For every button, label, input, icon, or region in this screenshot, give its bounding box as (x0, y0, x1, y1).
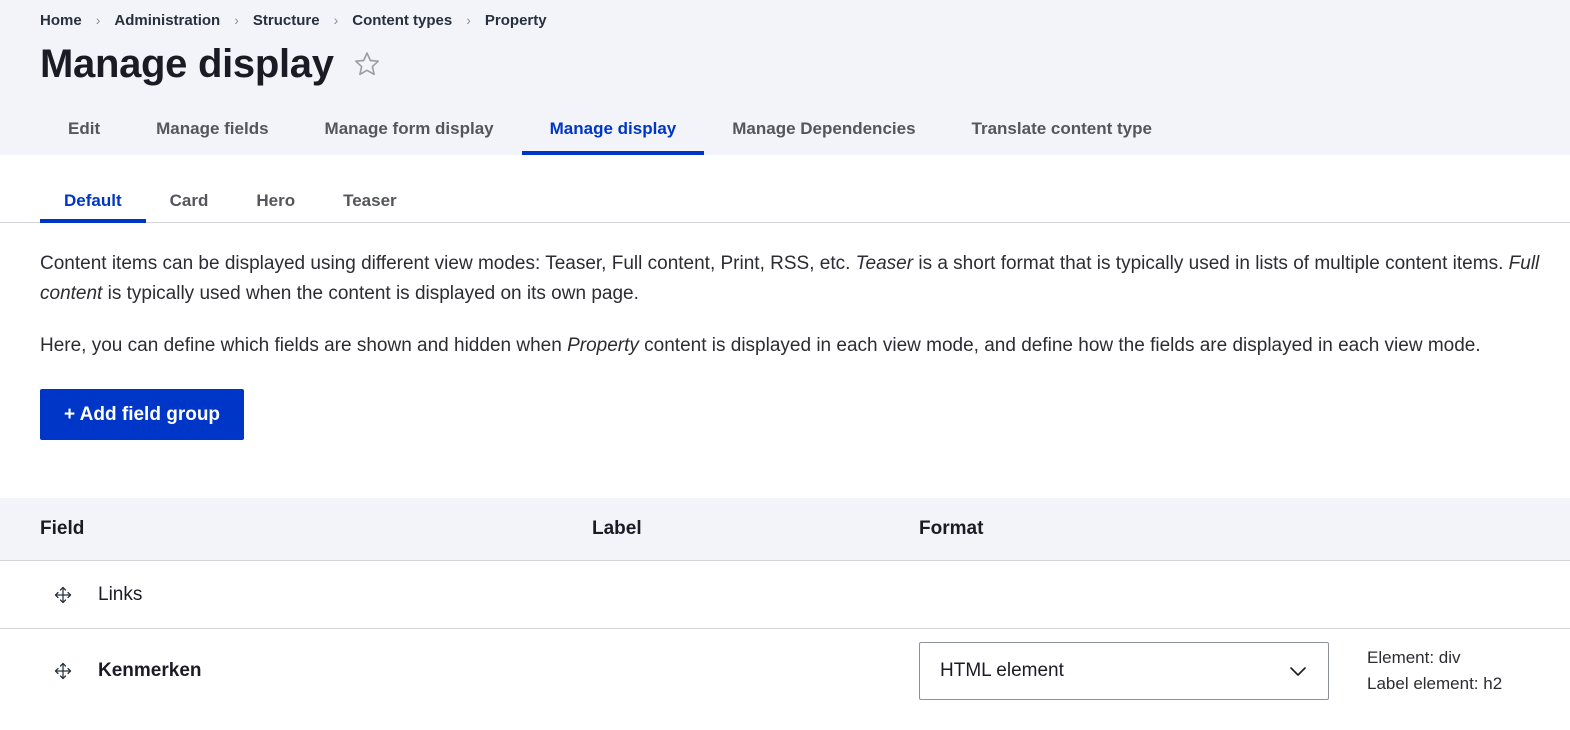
field-display-table-wrapper: Field Label Format Links Kenmerken HTML … (0, 498, 1570, 713)
view-mode-tab-default[interactable]: Default (40, 192, 146, 223)
row-field-cell: Links (0, 560, 592, 629)
breadcrumb-item-content-types[interactable]: Content types (352, 12, 452, 29)
row-summary-cell: Element: div Label element: h2 (1349, 628, 1570, 713)
view-mode-tab-hero[interactable]: Hero (232, 192, 319, 222)
view-modes-description: Content items can be displayed using dif… (40, 249, 1570, 309)
field-group-label: Kenmerken (98, 660, 202, 682)
row-format-cell: HTML element (919, 628, 1349, 713)
breadcrumb-separator-icon: › (234, 12, 239, 28)
description-emphasis-property: Property (567, 335, 639, 356)
column-header-format: Format (919, 498, 1349, 561)
page-title: Manage display (40, 42, 334, 86)
format-summary: Element: div Label element: h2 (1349, 645, 1570, 697)
description-text-5: content is displayed in each view mode, … (638, 335, 1481, 356)
format-select-value: HTML element (940, 659, 1064, 681)
row-label-cell (592, 560, 919, 629)
format-select[interactable]: HTML element (919, 641, 1329, 700)
add-field-group-button[interactable]: + Add field group (40, 389, 245, 440)
breadcrumb-separator-icon: › (95, 12, 101, 28)
view-mode-tab-teaser[interactable]: Teaser (319, 192, 421, 222)
drag-move-icon[interactable] (50, 658, 76, 684)
breadcrumb-item-property[interactable]: Property (485, 12, 547, 29)
breadcrumb-separator-icon: › (333, 12, 339, 28)
breadcrumb: Home › Administration › Structure › Cont… (0, 0, 1570, 32)
column-header-label: Label (592, 498, 919, 561)
row-field-cell: Kenmerken (0, 628, 592, 713)
table-header-row: Field Label Format (0, 498, 1570, 561)
description-text-4: Here, you can define which fields are sh… (40, 335, 568, 356)
table-head: Field Label Format (0, 498, 1570, 561)
row-label-cell (592, 628, 919, 713)
tab-edit[interactable]: Edit (40, 120, 128, 155)
field-label: Links (98, 584, 143, 605)
tab-manage-form-display[interactable]: Manage form display (297, 120, 522, 155)
summary-line-label-element: Label element: h2 (1367, 673, 1503, 693)
table-row: Links (0, 560, 1570, 629)
breadcrumb-item-administration[interactable]: Administration (114, 12, 220, 29)
description-text-3: is typically used when the content is di… (102, 283, 639, 304)
breadcrumb-item-structure[interactable]: Structure (253, 12, 320, 29)
tab-translate-content-type[interactable]: Translate content type (944, 120, 1180, 155)
column-header-summary (1349, 498, 1570, 561)
table-row: Kenmerken HTML element Element: div Labe… (0, 628, 1570, 713)
main-content: Content items can be displayed using dif… (0, 249, 1570, 713)
field-display-description: Here, you can define which fields are sh… (40, 331, 1570, 361)
description-text-2: is a short format that is typically used… (913, 253, 1509, 274)
field-display-table: Field Label Format Links Kenmerken HTML … (0, 498, 1570, 713)
tab-manage-display[interactable]: Manage display (521, 120, 705, 155)
description-emphasis-teaser: Teaser (855, 253, 914, 274)
table-body: Links Kenmerken HTML element Element: di… (0, 560, 1570, 713)
row-summary-cell (1349, 560, 1570, 629)
column-header-field: Field (0, 498, 592, 561)
page-header: Home › Administration › Structure › Cont… (0, 0, 1570, 155)
description-text-1: Content items can be displayed using dif… (40, 253, 856, 274)
view-mode-tabs: Default Card Hero Teaser (0, 155, 1570, 223)
breadcrumb-item-home[interactable]: Home (40, 12, 82, 29)
breadcrumb-separator-icon: › (466, 12, 471, 28)
chevron-down-icon (1286, 659, 1310, 683)
star-outline-icon[interactable] (350, 47, 384, 81)
page-title-row: Manage display (0, 32, 1570, 94)
row-format-cell (919, 560, 1349, 629)
summary-line-element: Element: div (1367, 647, 1461, 667)
tab-manage-fields[interactable]: Manage fields (128, 120, 296, 155)
drag-move-icon[interactable] (50, 582, 76, 608)
tab-manage-dependencies[interactable]: Manage Dependencies (704, 120, 943, 155)
view-mode-tab-card[interactable]: Card (146, 192, 233, 222)
primary-tabs: Edit Manage fields Manage form display M… (0, 97, 1570, 155)
